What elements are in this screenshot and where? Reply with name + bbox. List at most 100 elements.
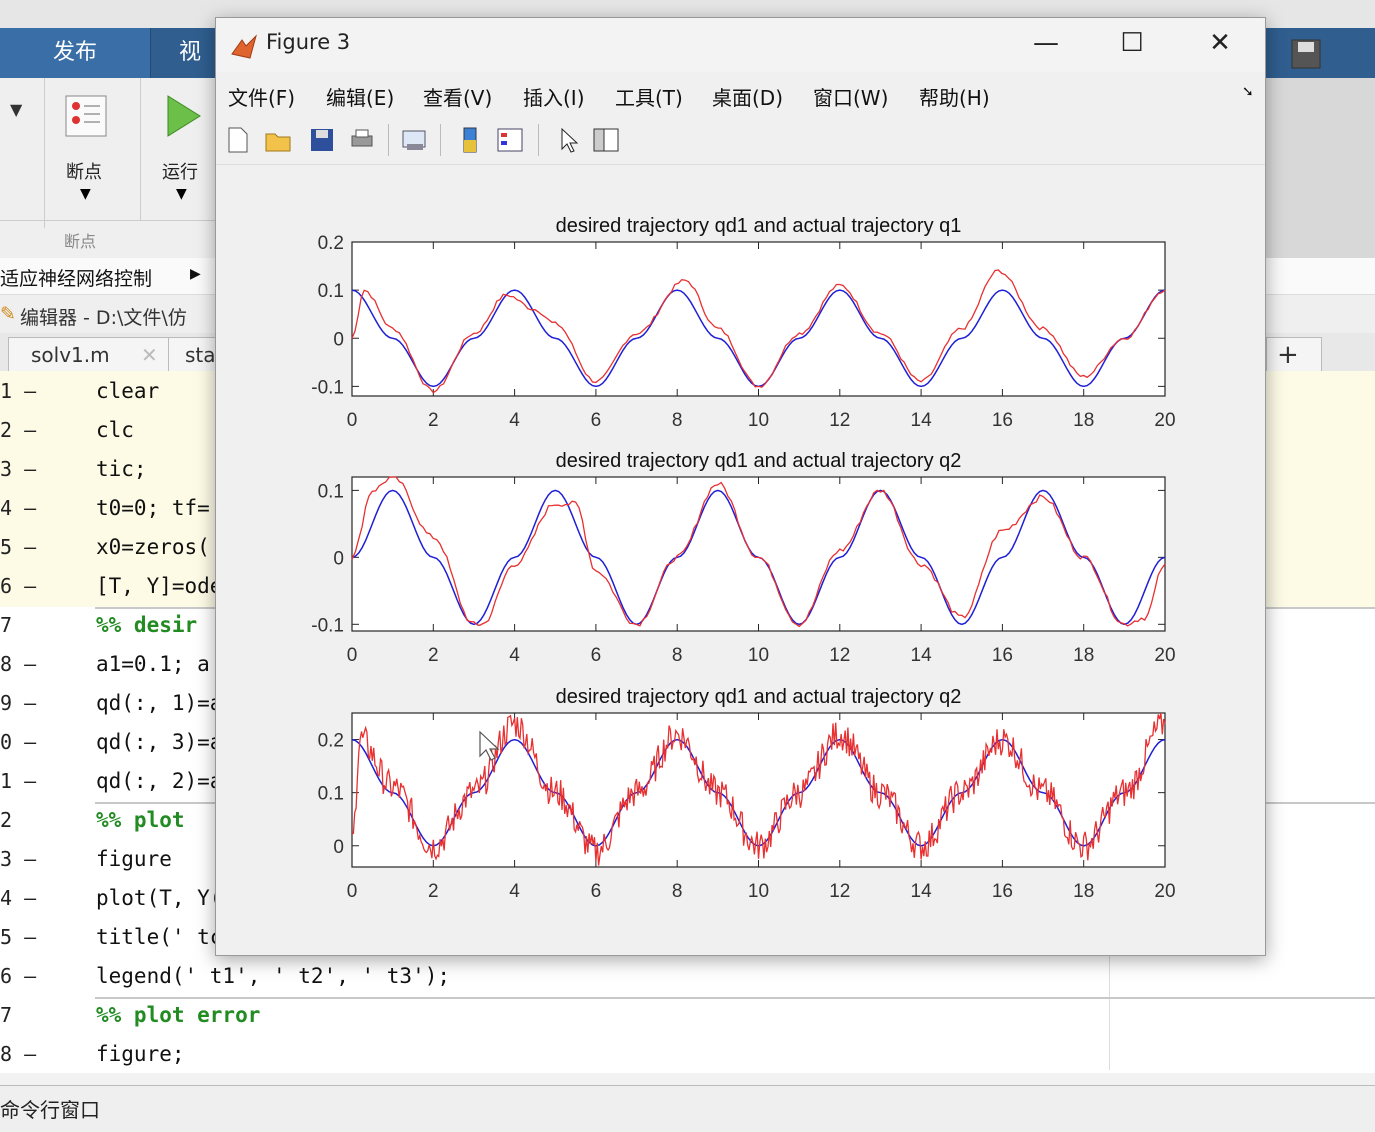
close-button[interactable]: ✕ <box>1200 28 1240 58</box>
add-tab-button[interactable]: + <box>1266 337 1322 372</box>
code-line[interactable]: clear <box>96 379 159 403</box>
line-number[interactable]: 7 <box>0 613 40 637</box>
menu-desktop[interactable]: 桌面(D) <box>712 82 783 111</box>
line-number[interactable]: 0 — <box>0 730 40 754</box>
pointer-icon[interactable] <box>554 126 582 154</box>
new-file-icon[interactable] <box>224 126 252 154</box>
figure-menubar: 文件(F) 编辑(E) 查看(V) 插入(I) 工具(T) 桌面(D) 窗口(W… <box>216 74 1265 116</box>
menu-file[interactable]: 文件(F) <box>228 82 295 111</box>
x-tick-label: 4 <box>509 881 520 902</box>
line-number[interactable]: 7 <box>0 1003 40 1027</box>
close-tab-icon[interactable]: ✕ <box>141 338 158 372</box>
line-number[interactable]: 6 — <box>0 964 40 988</box>
line-number[interactable]: 1 — <box>0 379 40 403</box>
quick-access-bar <box>1265 28 1375 78</box>
print-icon[interactable] <box>348 126 376 154</box>
x-tick-label: 8 <box>672 881 683 902</box>
x-tick-label: 8 <box>672 410 683 431</box>
y-tick-label: 0 <box>333 329 344 350</box>
x-tick-label: 12 <box>829 410 850 431</box>
code-line[interactable]: clc <box>96 418 134 442</box>
x-tick-label: 18 <box>1073 881 1094 902</box>
dropdown-arrow-icon[interactable]: ▼ <box>10 100 22 119</box>
property-editor-icon[interactable] <box>592 126 620 154</box>
x-tick-label: 2 <box>428 410 439 431</box>
code-line[interactable]: [T, Y]=ode <box>96 574 222 598</box>
tab-solv1[interactable]: solv1.m ✕ <box>8 337 172 372</box>
code-line[interactable]: figure; <box>96 1042 185 1066</box>
code-line[interactable]: title(' tc <box>96 925 222 949</box>
line-number[interactable]: 2 — <box>0 418 40 442</box>
line-number[interactable]: 4 — <box>0 496 40 520</box>
tab-publish[interactable]: 发布 <box>0 28 151 78</box>
command-window-title[interactable]: 命令行窗口 <box>0 1094 100 1123</box>
x-tick-label: 14 <box>911 881 933 902</box>
y-tick-label: -0.1 <box>311 377 344 398</box>
code-line[interactable]: %% desir <box>96 613 197 637</box>
code-line[interactable]: qd(:, 2)=a <box>96 769 222 793</box>
menu-insert[interactable]: 插入(I) <box>523 82 585 111</box>
divider <box>538 124 539 156</box>
code-line[interactable]: %% plot <box>96 808 185 832</box>
link-plot-icon[interactable] <box>400 126 428 154</box>
maximize-button[interactable]: ☐ <box>1112 28 1152 58</box>
command-window-header: 命令行窗口 <box>0 1085 1375 1132</box>
breakpoints-dropdown-icon[interactable]: ▼ <box>80 186 91 202</box>
menu-window[interactable]: 窗口(W) <box>813 82 888 111</box>
menu-edit[interactable]: 编辑(E) <box>326 82 394 111</box>
dock-arrow-icon[interactable]: ➘ <box>1242 84 1254 100</box>
open-folder-icon[interactable] <box>264 126 292 154</box>
line-number[interactable]: 5 — <box>0 925 40 949</box>
code-line[interactable]: legend(' t1', ' t2', ' t3'); <box>96 964 450 988</box>
x-tick-label: 6 <box>591 645 602 666</box>
run-dropdown-icon[interactable]: ▼ <box>176 186 187 202</box>
x-tick-label: 4 <box>509 645 520 666</box>
code-line[interactable]: figure <box>96 847 172 871</box>
line-number[interactable]: 5 — <box>0 535 40 559</box>
figure-titlebar[interactable]: Figure 3 — ☐ ✕ <box>216 18 1265 72</box>
line-number[interactable]: 4 — <box>0 886 40 910</box>
x-tick-label: 10 <box>748 645 769 666</box>
run-label[interactable]: 运行 <box>162 158 198 184</box>
breadcrumb-arrow-icon[interactable]: ▶ <box>190 266 201 282</box>
axes-box <box>351 476 1166 632</box>
x-tick-label: 14 <box>911 645 933 666</box>
line-number[interactable]: 9 — <box>0 691 40 715</box>
code-line[interactable]: x0=zeros( <box>96 535 210 559</box>
x-tick-label: 12 <box>829 645 850 666</box>
line-number[interactable]: 8 — <box>0 652 40 676</box>
code-line[interactable]: %% plot error <box>96 1003 260 1027</box>
breakpoints-label[interactable]: 断点 <box>66 158 102 184</box>
code-line[interactable]: qd(:, 3)=a <box>96 730 222 754</box>
line-number[interactable]: 2 <box>0 808 40 832</box>
breakpoints-icon[interactable] <box>62 92 110 140</box>
menu-help[interactable]: 帮助(H) <box>919 82 990 111</box>
line-number[interactable]: 6 — <box>0 574 40 598</box>
run-icon[interactable] <box>160 92 204 140</box>
y-tick-label: 0 <box>333 548 344 569</box>
line-number[interactable]: 3 — <box>0 457 40 481</box>
code-line[interactable]: tic; <box>96 457 147 481</box>
x-tick-label: 20 <box>1154 881 1175 902</box>
figure-toolbar <box>216 118 1265 165</box>
menu-view[interactable]: 查看(V) <box>423 82 492 111</box>
save-icon[interactable] <box>308 126 336 154</box>
save-icon[interactable] <box>1290 38 1322 70</box>
line-number[interactable]: 1 — <box>0 769 40 793</box>
divider <box>0 220 215 221</box>
line-number[interactable]: 3 — <box>0 847 40 871</box>
menu-tools[interactable]: 工具(T) <box>615 82 683 111</box>
line-number[interactable]: 8 — <box>0 1042 40 1066</box>
figure-window: Figure 3 — ☐ ✕ 文件(F) 编辑(E) 查看(V) 插入(I) 工… <box>215 17 1266 956</box>
code-line[interactable]: qd(:, 1)=a <box>96 691 222 715</box>
code-line[interactable]: a1=0.1; a <box>96 652 210 676</box>
x-tick-label: 4 <box>509 410 520 431</box>
breadcrumb-folder[interactable]: 适应神经网络控制 <box>0 264 152 291</box>
x-tick-label: 16 <box>992 410 1013 431</box>
colorbar-icon[interactable] <box>456 126 484 154</box>
minimize-button[interactable]: — <box>1026 28 1066 58</box>
code-line[interactable]: t0=0; tf= <box>96 496 210 520</box>
legend-icon[interactable] <box>496 126 524 154</box>
code-line[interactable]: plot(T, Y( <box>96 886 222 910</box>
y-tick-label: -0.1 <box>311 615 344 636</box>
